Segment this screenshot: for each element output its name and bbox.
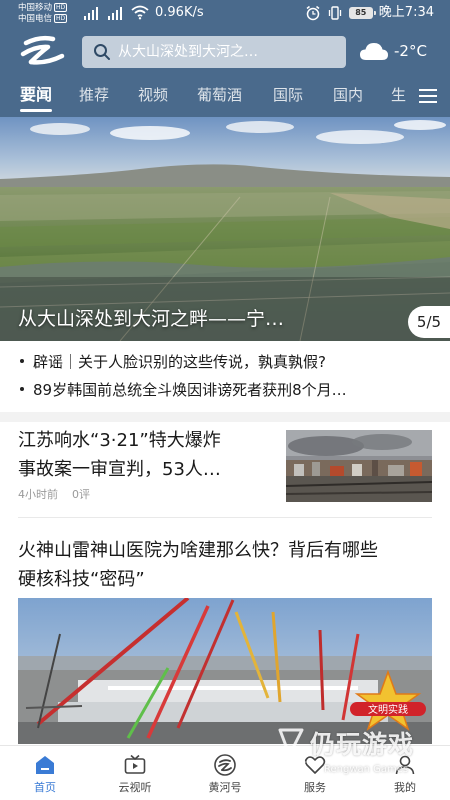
tab-yaowen[interactable]: 要闻 (20, 84, 52, 106)
carrier-1: 中国移动 HD (18, 3, 68, 13)
bulletin-text: 89岁韩国前总统全斗焕因诽谤死者获刑8个月… (33, 381, 347, 399)
comment-count: 0评 (72, 488, 90, 501)
nav-service[interactable]: 服务 (270, 746, 360, 800)
nav-label: 服务 (304, 781, 326, 794)
article-title[interactable]: 火神山雷神山医院为啥建那么快？背后有哪些 硬核科技“密码” (18, 536, 432, 594)
cloud-icon[interactable] (358, 40, 390, 62)
bulletin-item[interactable]: 89岁韩国前总统全斗焕因诽谤死者获刑8个月… (20, 379, 430, 401)
tab-tuijian[interactable]: 推荐 (79, 84, 109, 106)
bottom-navigation: 首页 云视听 黄河号 服务 我的 (0, 745, 450, 800)
status-right: 85 晚上7:34 (305, 4, 434, 22)
tab-putaojiu[interactable]: 葡萄酒 (197, 84, 242, 106)
battery-indicator: 85 (348, 7, 376, 19)
hero-page-counter: 5/5 (408, 306, 450, 338)
nav-label: 我的 (394, 781, 416, 794)
bullet-dot (20, 359, 24, 363)
article-image[interactable]: 文明实践 (18, 598, 432, 744)
user-icon (395, 755, 415, 775)
temperature[interactable]: -2°C (394, 41, 427, 61)
svg-text:文明实践: 文明实践 (368, 703, 408, 716)
signal-icon-2 (108, 6, 126, 20)
wifi-icon (131, 5, 149, 20)
menu-icon[interactable] (419, 89, 437, 104)
clock: 晚上7:34 (378, 5, 434, 20)
app-logo-icon[interactable] (20, 34, 66, 68)
tv-icon (124, 754, 146, 774)
nav-yellow-river[interactable]: 黄河号 (180, 746, 270, 800)
active-tab-indicator (20, 109, 52, 112)
alarm-icon (306, 5, 320, 21)
nav-tv[interactable]: 云视听 (90, 746, 180, 800)
bulletin-item[interactable]: 辟谣｜关于人脸识别的这些传说，孰真孰假? (20, 351, 430, 373)
tab-guonei[interactable]: 国内 (333, 84, 363, 106)
tab-sheng[interactable]: 生 (391, 84, 406, 106)
top-bar: -2°C (0, 30, 450, 74)
nav-mine[interactable]: 我的 (360, 746, 450, 800)
section-divider (0, 412, 450, 422)
bullet-dot (20, 387, 24, 391)
search-icon (94, 44, 110, 60)
channel-tabs: 要闻 推荐 视频 葡萄酒 国际 国内 生 (0, 80, 450, 114)
bulletin-text: 辟谣｜关于人脸识别的这些传说，孰真孰假? (33, 353, 326, 371)
app-header: 中国移动 HD 中国电信 HD 0.96K/s 85 晚上7:34 从大山深处到… (0, 0, 450, 117)
vibrate-icon (328, 6, 341, 20)
signal-icon (84, 6, 102, 20)
home-icon (36, 756, 54, 774)
search-bar[interactable] (82, 36, 346, 68)
network-speed: 0.96K/s (155, 5, 204, 20)
yellow-river-icon (214, 754, 236, 776)
article-meta: 4小时前 0评 (18, 488, 104, 502)
hero-banner[interactable]: 从大山深处到大河之畔——宁… (0, 117, 450, 341)
heart-icon (304, 756, 326, 774)
card-divider (18, 517, 432, 518)
carrier-2: 中国电信 HD (18, 14, 68, 24)
nav-label: 云视听 (118, 781, 152, 794)
nav-label: 黄河号 (208, 781, 242, 794)
article-title[interactable]: 江苏响水“3·21”特大爆炸 事故案一审宣判，53人… (18, 426, 280, 484)
tab-guoji[interactable]: 国际 (273, 84, 303, 106)
article-time: 4小时前 (18, 488, 58, 501)
hero-title[interactable]: 从大山深处到大河之畔——宁… (18, 307, 284, 331)
search-input[interactable] (118, 36, 338, 68)
nav-label: 首页 (34, 781, 56, 794)
nav-home[interactable]: 首页 (0, 746, 90, 800)
tab-shipin[interactable]: 视频 (138, 84, 168, 106)
article-thumbnail[interactable] (286, 430, 432, 502)
status-bar: 中国移动 HD 中国电信 HD 0.96K/s 85 晚上7:34 (0, 0, 450, 28)
